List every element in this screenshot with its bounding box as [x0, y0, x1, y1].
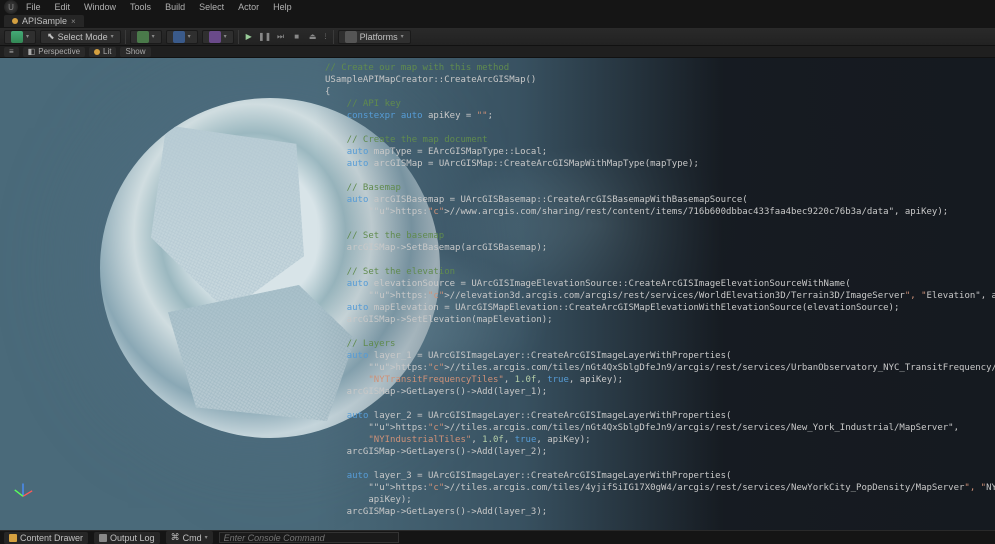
perspective-button[interactable]: ◧ Perspective [23, 47, 85, 57]
cmd-dropdown[interactable]: ⌘ Cmd ▾ [166, 531, 213, 544]
menu-file[interactable]: File [20, 1, 47, 13]
chevron-down-icon: ▾ [152, 33, 155, 40]
menu-tools[interactable]: Tools [124, 1, 157, 13]
pause-button[interactable]: ❚❚ [259, 31, 271, 43]
save-button[interactable]: ▾ [4, 30, 36, 44]
menu-edit[interactable]: Edit [49, 1, 77, 13]
perspective-icon: ◧ [28, 47, 36, 56]
lit-mode-button[interactable]: Lit [89, 47, 116, 57]
log-icon [99, 534, 107, 542]
skip-icon: ⏭ [277, 32, 284, 42]
drawer-icon [9, 534, 17, 542]
console-input[interactable] [219, 532, 399, 543]
lit-label: Lit [103, 47, 111, 56]
output-log-button[interactable]: Output Log [94, 532, 160, 544]
viewport[interactable]: // Create our map with this method USamp… [0, 58, 995, 536]
cmd-icon: ⌘ [171, 532, 180, 543]
content-drawer-button[interactable]: Content Drawer [4, 532, 88, 544]
platforms-icon [345, 31, 357, 43]
cursor-icon: ⬉ [47, 31, 55, 42]
stop-icon: ■ [294, 32, 299, 41]
level-icon [12, 18, 18, 24]
status-bar: Content Drawer Output Log ⌘ Cmd ▾ [0, 530, 995, 544]
lit-icon [94, 49, 100, 55]
platforms-label: Platforms [360, 32, 398, 42]
show-button[interactable]: Show [120, 47, 150, 57]
play-options-icon[interactable]: ⋮ [323, 33, 329, 40]
output-log-label: Output Log [110, 533, 155, 543]
eject-button[interactable]: ⏏ [307, 31, 319, 43]
pause-icon: ❚❚ [258, 32, 271, 41]
blueprint-button[interactable]: ▾ [166, 30, 198, 44]
viewport-menu-button[interactable]: ≡ [4, 47, 19, 57]
stop-button[interactable]: ■ [291, 31, 303, 43]
level-tab-bar: APISample × [0, 14, 995, 28]
menu-icon: ≡ [9, 47, 14, 56]
toolbar-divider [238, 30, 239, 44]
platforms-button[interactable]: Platforms ▾ [338, 30, 411, 44]
menu-bar: U File Edit Window Tools Build Select Ac… [0, 0, 995, 14]
play-icon: ▶ [246, 32, 252, 41]
tab-label: APISample [22, 16, 67, 26]
toolbar-divider [125, 30, 126, 44]
chevron-down-icon: ▾ [205, 534, 208, 541]
chevron-down-icon: ▾ [401, 33, 404, 40]
select-mode-label: Select Mode [58, 32, 108, 42]
menu-window[interactable]: Window [78, 1, 122, 13]
chevron-down-icon: ▾ [111, 33, 114, 40]
eject-icon: ⏏ [309, 32, 317, 41]
chevron-down-icon: ▾ [26, 33, 29, 40]
select-mode-button[interactable]: ⬉ Select Mode ▾ [40, 30, 121, 44]
content-drawer-label: Content Drawer [20, 533, 83, 543]
add-content-button[interactable]: ▾ [130, 30, 162, 44]
toolbar-divider [333, 30, 334, 44]
add-icon [137, 31, 149, 43]
code-overlay: // Create our map with this method USamp… [315, 58, 995, 536]
menu-actor[interactable]: Actor [232, 1, 265, 13]
main-toolbar: ▾ ⬉ Select Mode ▾ ▾ ▾ ▾ ▶ ❚❚ ⏭ ■ ⏏ ⋮ Pla… [0, 28, 995, 46]
sequence-icon [209, 31, 221, 43]
viewport-toolbar: ≡ ◧ Perspective Lit Show [0, 46, 995, 58]
axis-gizmo-icon[interactable] [12, 478, 34, 500]
tab-apisample[interactable]: APISample × [4, 15, 84, 27]
menu-build[interactable]: Build [159, 1, 191, 13]
play-button[interactable]: ▶ [243, 31, 255, 43]
sequence-button[interactable]: ▾ [202, 30, 234, 44]
ue-logo-icon[interactable]: U [4, 0, 18, 14]
cmd-label: Cmd [183, 533, 202, 543]
show-label: Show [125, 47, 145, 56]
menu-help[interactable]: Help [267, 1, 298, 13]
chevron-down-icon: ▾ [188, 33, 191, 40]
menu-select[interactable]: Select [193, 1, 230, 13]
blueprint-icon [173, 31, 185, 43]
chevron-down-icon: ▾ [224, 33, 227, 40]
perspective-label: Perspective [38, 47, 80, 56]
close-icon[interactable]: × [71, 17, 76, 26]
save-icon [11, 31, 23, 43]
skip-button[interactable]: ⏭ [275, 31, 287, 43]
